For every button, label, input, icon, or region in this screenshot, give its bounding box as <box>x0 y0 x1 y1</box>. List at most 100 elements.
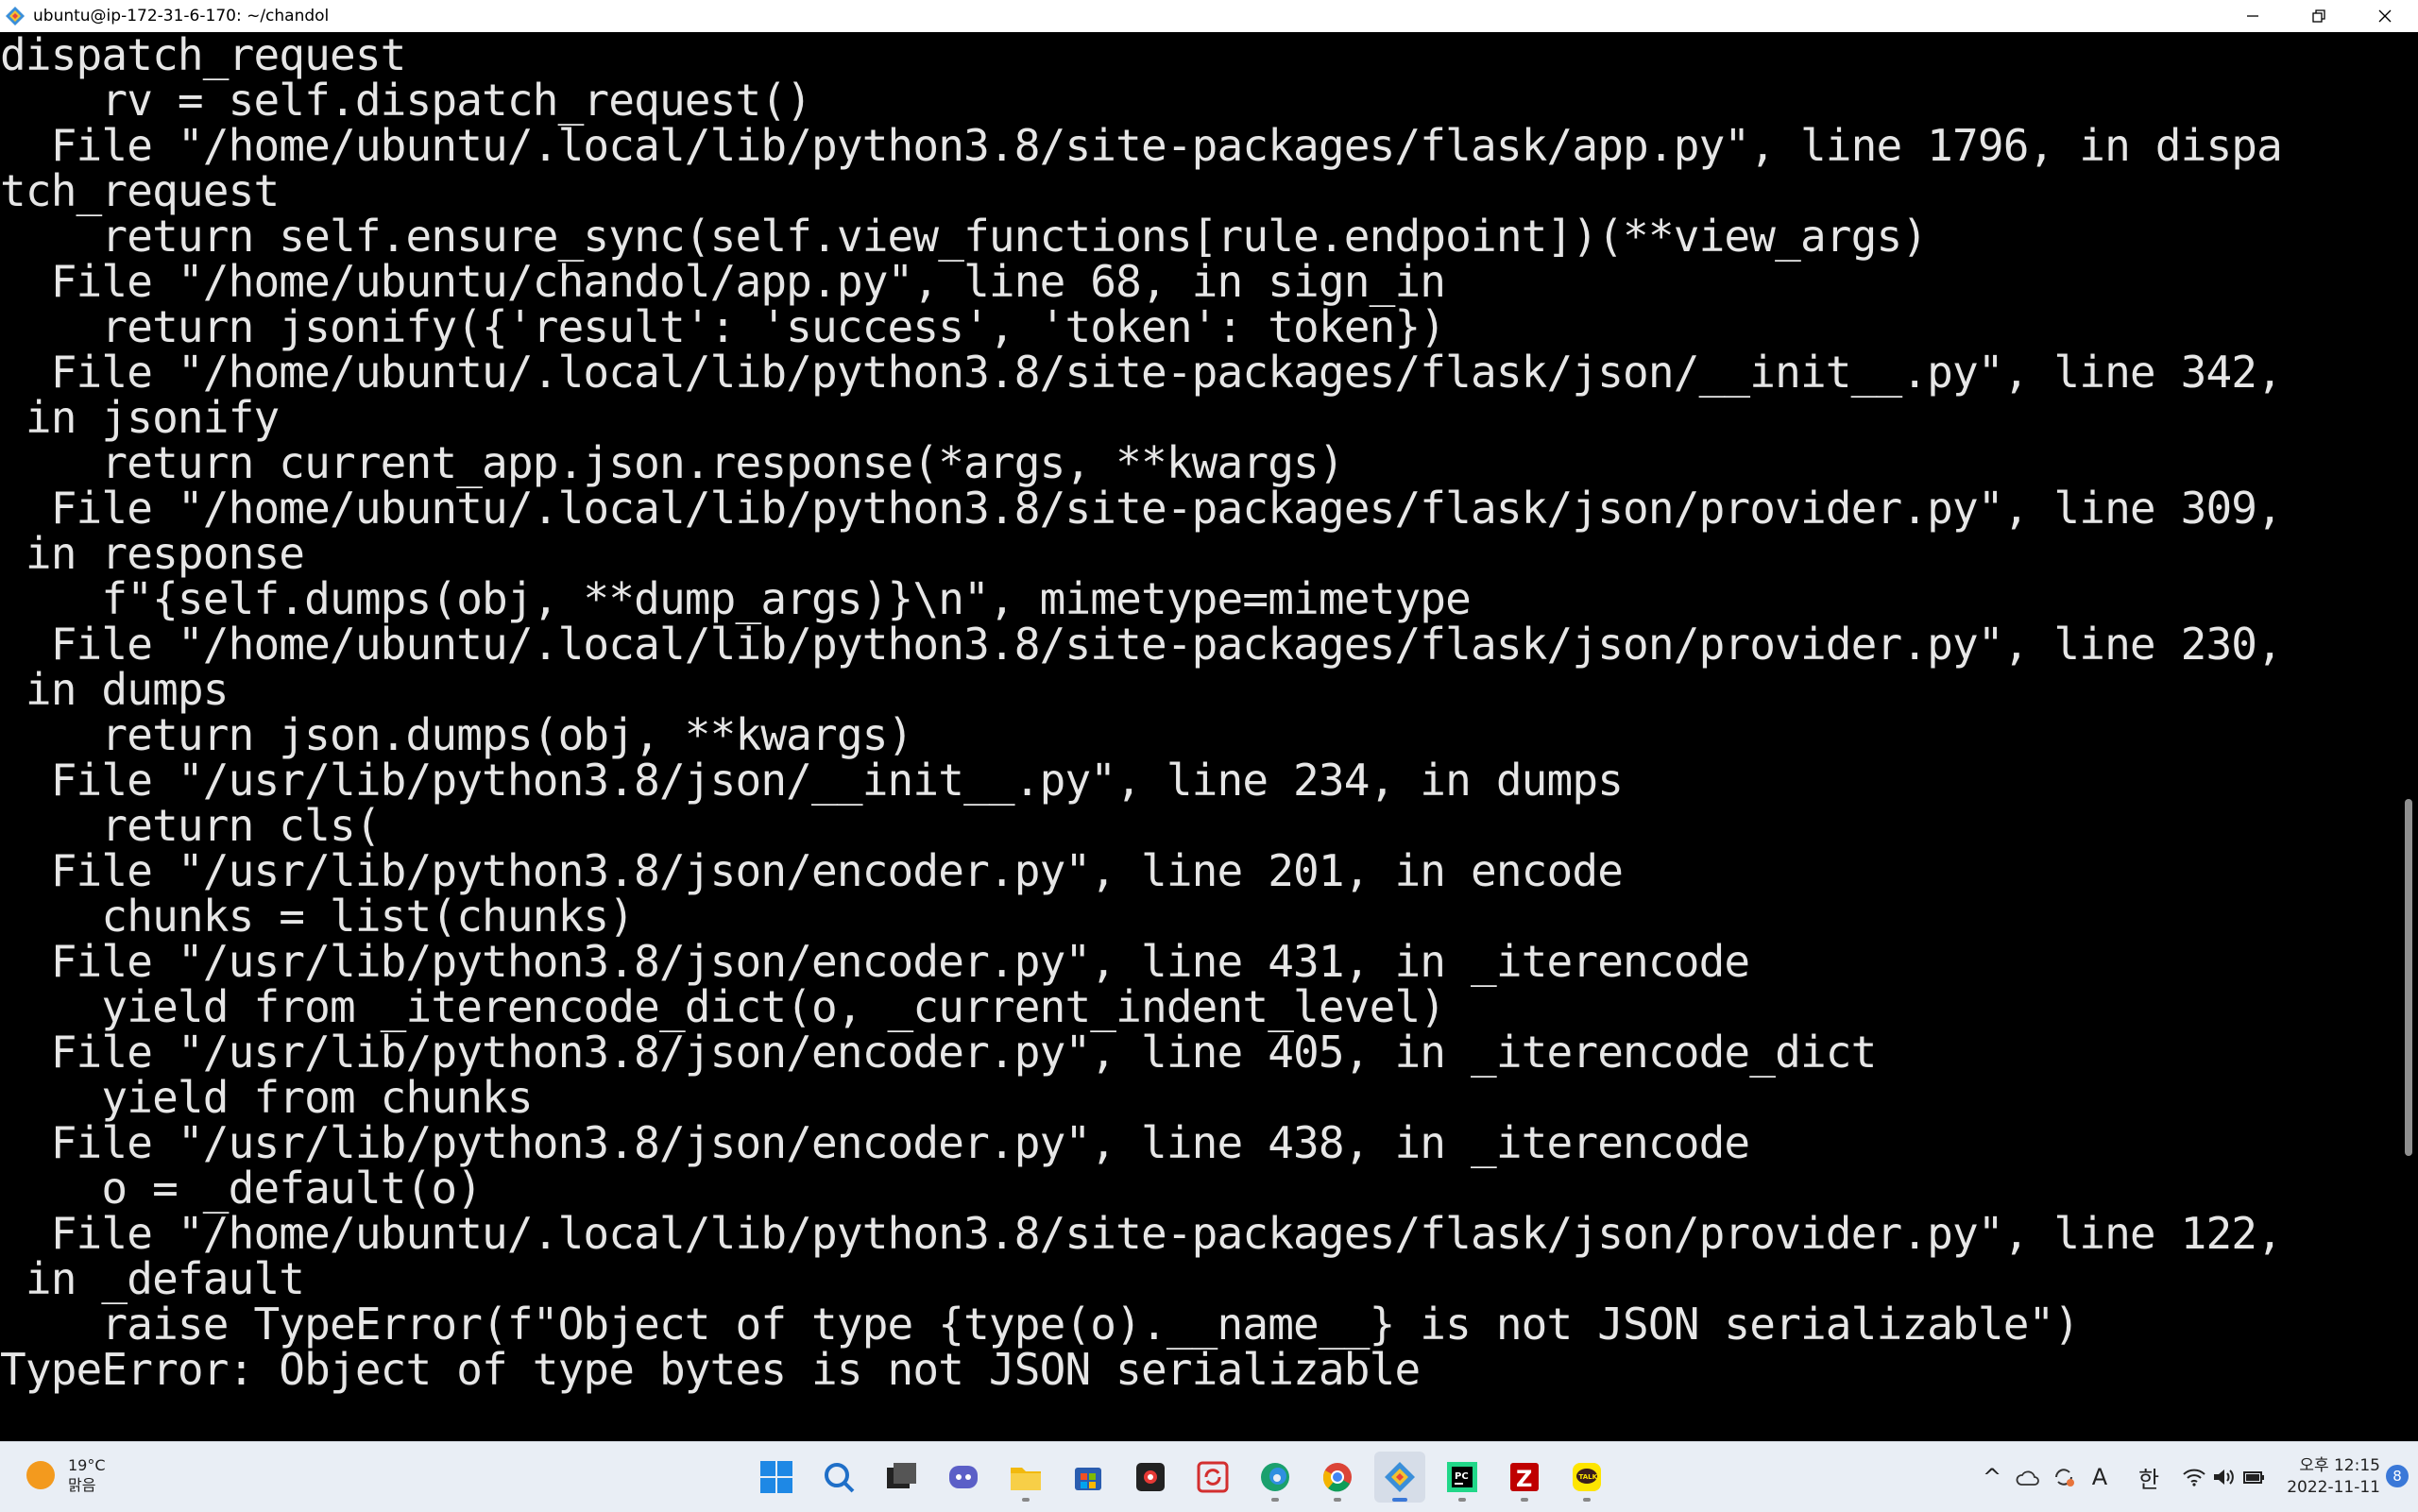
svg-text:Z: Z <box>1516 1466 1532 1492</box>
terminal-line: in jsonify <box>0 392 280 443</box>
quick-settings-button[interactable] <box>2182 1452 2267 1503</box>
restore-button[interactable] <box>2286 0 2352 32</box>
pycharm-icon: PC <box>1447 1462 1477 1492</box>
terminal-line: in _default <box>0 1253 305 1304</box>
ime-language-button[interactable]: 한 <box>2133 1452 2165 1503</box>
task-view-button[interactable] <box>876 1452 927 1503</box>
cloud-icon <box>2016 1470 2039 1486</box>
restore-icon <box>2312 9 2325 23</box>
edge-app[interactable] <box>1250 1452 1301 1503</box>
minimize-icon <box>2247 15 2258 17</box>
clock-button[interactable]: 오후 12:15 2022-11-11 <box>2287 1455 2380 1499</box>
ime-language-label: 한 <box>2137 1466 2160 1493</box>
svg-text:TALK: TALK <box>1579 1473 1598 1481</box>
terminal-line: File "/usr/lib/python3.8/json/encoder.py… <box>0 1027 1878 1078</box>
minimize-button[interactable] <box>2220 0 2286 32</box>
clock-time: 오후 12:15 <box>2299 1456 2380 1475</box>
sync-tray-icon <box>2055 1469 2074 1487</box>
capture-icon <box>1136 1463 1165 1491</box>
sun-icon <box>26 1461 55 1489</box>
sync-tray-button[interactable] <box>2048 1452 2080 1503</box>
chevron-up-icon: ^ <box>1982 1464 2002 1490</box>
search-button[interactable] <box>813 1452 864 1503</box>
terminal-line: File "/usr/lib/python3.8/json/__init__.p… <box>0 755 1624 806</box>
kakaotalk-icon: TALK <box>1573 1463 1601 1491</box>
store-icon <box>1075 1468 1101 1490</box>
terminal-line: File "/home/ubuntu/.local/lib/python3.8/… <box>0 619 2283 670</box>
ime-mode-label: A <box>2091 1464 2108 1490</box>
close-button[interactable] <box>2352 0 2418 32</box>
filezilla-app[interactable]: Z <box>1499 1452 1550 1503</box>
terminal-line: tch_request <box>0 165 280 216</box>
weather-condition: 맑음 <box>68 1476 96 1494</box>
terminal-line: chunks = list(chunks) <box>0 891 635 942</box>
kakaotalk-app[interactable]: TALK <box>1561 1452 1612 1503</box>
chrome-icon <box>1322 1463 1352 1492</box>
wifi-icon <box>2183 1469 2205 1487</box>
terminal-output[interactable]: dispatch_request rv = self.dispatch_requ… <box>0 32 2399 1441</box>
taskbar: 19°C 맑음 PC Z TALK ^ A 한 오후 12:15 2022-11… <box>0 1441 2418 1512</box>
terminal-line: in response <box>0 528 305 579</box>
terminal-line: File "/home/ubuntu/.local/lib/python3.8/… <box>0 347 2283 398</box>
task-view-icon <box>887 1463 916 1488</box>
terminal-line: yield from chunks <box>0 1072 533 1123</box>
system-tray: ^ A 한 <box>1972 1452 2267 1503</box>
notification-badge[interactable]: 8 <box>2386 1465 2409 1487</box>
taskbar-apps: PC Z TALK <box>751 1452 1624 1503</box>
chat-icon <box>949 1466 978 1488</box>
onedrive-tray-button[interactable] <box>2012 1452 2044 1503</box>
terminal-line: return current_app.json.response(*args, … <box>0 437 1344 488</box>
terminal-line: File "/home/ubuntu/.local/lib/python3.8/… <box>0 120 2283 171</box>
window-title-bar[interactable]: ubuntu@ip-172-31-6-170: ~/chandol <box>0 0 2418 32</box>
search-icon <box>825 1463 855 1493</box>
terminal-line: f"{self.dumps(obj, **dump_args)}\n", mim… <box>0 573 1471 624</box>
scrollbar-thumb[interactable] <box>2405 799 2412 1156</box>
sync-app[interactable] <box>1187 1452 1238 1503</box>
filezilla-icon: Z <box>1510 1463 1539 1492</box>
terminal-line: o = _default(o) <box>0 1163 483 1214</box>
volume-icon <box>2214 1470 2234 1485</box>
terminal-icon <box>1385 1462 1415 1492</box>
terminal-app-icon <box>5 6 26 26</box>
terminal-line: in dumps <box>0 664 230 715</box>
terminal-line: dispatch_request <box>0 32 406 80</box>
terminal-line: File "/usr/lib/python3.8/json/encoder.py… <box>0 845 1624 896</box>
edge-icon <box>1261 1463 1289 1491</box>
folder-icon <box>1011 1468 1041 1490</box>
terminal-app[interactable] <box>1374 1452 1425 1503</box>
terminal-line: return self.ensure_sync(self.view_functi… <box>0 211 1928 262</box>
terminal-line: File "/home/ubuntu/.local/lib/python3.8/… <box>0 1208 2283 1259</box>
notification-count: 8 <box>2392 1468 2402 1485</box>
weather-widget[interactable]: 19°C 맑음 <box>26 1455 106 1495</box>
chat-app[interactable] <box>938 1452 989 1503</box>
weather-temperature: 19°C <box>68 1456 106 1474</box>
close-icon <box>2378 9 2392 23</box>
window-title: ubuntu@ip-172-31-6-170: ~/chandol <box>33 7 330 25</box>
terminal-line: return jsonify({'result': 'success', 'to… <box>0 301 1446 352</box>
terminal-line: raise TypeError(f"Object of type {type(o… <box>0 1299 2080 1350</box>
start-button[interactable] <box>751 1452 802 1503</box>
store-app[interactable] <box>1063 1452 1114 1503</box>
terminal-line: rv = self.dispatch_request() <box>0 75 812 126</box>
terminal-scrollbar[interactable] <box>2399 32 2418 1441</box>
file-explorer-app[interactable] <box>1000 1452 1051 1503</box>
show-hidden-icons-button[interactable]: ^ <box>1976 1452 2008 1503</box>
ime-mode-button[interactable]: A <box>2084 1452 2116 1503</box>
terminal-line: File "/usr/lib/python3.8/json/encoder.py… <box>0 1117 1750 1168</box>
terminal-line: TypeError: Object of type bytes is not J… <box>0 1344 1421 1395</box>
clock-date: 2022-11-11 <box>2287 1478 2380 1497</box>
svg-text:PC: PC <box>1455 1471 1469 1482</box>
terminal-line: File "/usr/lib/python3.8/json/encoder.py… <box>0 936 1750 987</box>
sync-icon <box>1197 1461 1229 1493</box>
windows-logo-icon <box>760 1461 792 1493</box>
chrome-app[interactable] <box>1312 1452 1363 1503</box>
battery-icon <box>2243 1471 2264 1484</box>
terminal-line: File "/home/ubuntu/chandol/app.py", line… <box>0 256 1446 307</box>
terminal-line: return json.dumps(obj, **kwargs) <box>0 709 913 760</box>
terminal-line: File "/home/ubuntu/.local/lib/python3.8/… <box>0 483 2283 534</box>
terminal-line: return cls( <box>0 800 381 851</box>
capture-app[interactable] <box>1125 1452 1176 1503</box>
pycharm-app[interactable]: PC <box>1437 1452 1488 1503</box>
terminal-line: yield from _iterencode_dict(o, _current_… <box>0 981 1446 1032</box>
